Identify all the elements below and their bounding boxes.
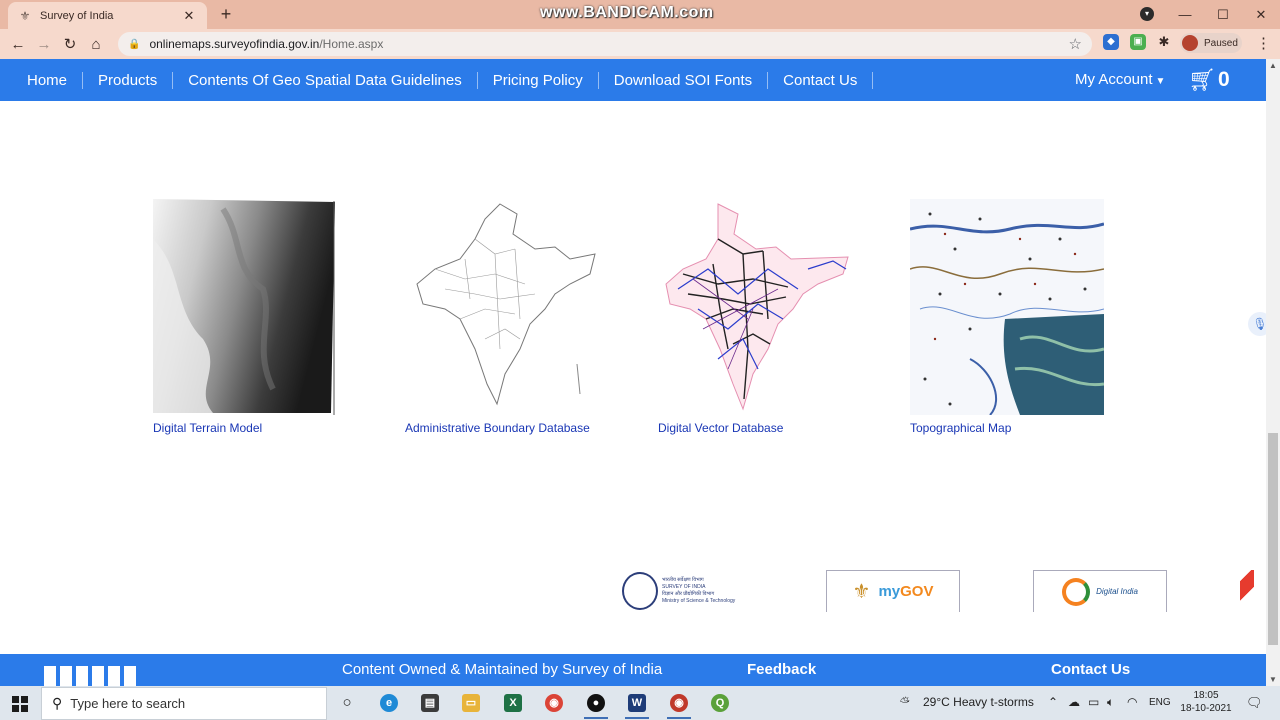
avatar — [1182, 35, 1198, 51]
onedrive-icon[interactable]: ☁︎ — [1068, 695, 1080, 709]
product-caption[interactable]: Administrative Boundary Database — [405, 421, 590, 435]
volume-icon[interactable]: 🔈︎ — [1107, 695, 1114, 710]
search-icon: ⚲ — [52, 695, 63, 711]
browser-tab[interactable]: ⚜ Survey of India ✕ — [8, 2, 207, 29]
browser-tab-strip: ⚜ Survey of India ✕ + www.BANDICAM.com ▾… — [0, 0, 1280, 29]
language-indicator[interactable]: ENG — [1149, 697, 1171, 708]
product-caption[interactable]: Digital Vector Database — [658, 421, 783, 435]
cart-icon[interactable]: 🛒︎ — [1188, 67, 1216, 93]
profile-status: Paused — [1204, 37, 1238, 49]
battery-icon[interactable]: ▭ — [1088, 695, 1099, 709]
wifi-icon[interactable]: ◠ — [1127, 695, 1137, 709]
cart-count[interactable]: 0 — [1218, 68, 1230, 92]
extensions-puzzle-icon[interactable]: ✱ — [1156, 34, 1172, 50]
cortana-icon[interactable]: ○ — [338, 694, 356, 712]
extension-shield-icon[interactable]: ◆ — [1103, 34, 1119, 50]
product-caption[interactable]: Topographical Map — [910, 421, 1011, 435]
my-account-label: My Account — [1075, 71, 1153, 88]
soi-logo-text: भारतीय सर्वेक्षण विभाग SURVEY OF INDIA व… — [662, 577, 736, 604]
footer-owner-text: Content Owned & Maintained by Survey of … — [342, 661, 663, 678]
dtm-image[interactable] — [153, 199, 347, 415]
file-explorer-icon[interactable]: ▭ — [462, 694, 480, 712]
home-icon[interactable]: ⌂ — [83, 36, 109, 53]
recording-watermark: www.BANDICAM.com — [540, 4, 714, 21]
tray-chevron-icon[interactable]: ⌃ — [1048, 695, 1058, 709]
excel-icon[interactable]: X — [504, 694, 522, 712]
product-caption[interactable]: Digital Terrain Model — [153, 421, 262, 435]
minimize-button[interactable]: — — [1166, 7, 1204, 22]
topo-map-image[interactable] — [910, 199, 1104, 415]
search-placeholder: Type here to search — [70, 696, 186, 711]
url-host: onlinemaps.surveyofindia.gov.in — [149, 37, 320, 51]
nav-contact-us[interactable]: Contact Us — [768, 71, 874, 89]
nic-logo — [44, 666, 138, 686]
digital-india-logo[interactable]: Digital India — [1033, 570, 1167, 612]
taskbar-search-input[interactable]: ⚲ Type here to search — [41, 687, 327, 720]
footer-feedback-link[interactable]: Feedback — [747, 661, 816, 678]
product-topographical-map[interactable]: Topographical Map — [910, 199, 1110, 435]
system-clock[interactable]: 18:05 18-10-2021 — [1178, 689, 1234, 715]
boundary-map-image[interactable] — [405, 199, 599, 415]
tab-search-icon[interactable]: ▾ — [1140, 7, 1154, 21]
footer-contact-link[interactable]: Contact Us — [1051, 661, 1130, 678]
site-footer: Content Owned & Maintained by Survey of … — [0, 654, 1266, 686]
survey-of-india-logo[interactable]: भारतीय सर्वेक्षण विभाग SURVEY OF INDIA व… — [622, 570, 752, 612]
tab-close-icon[interactable]: ✕ — [181, 8, 197, 24]
weather-text[interactable]: 29°C Heavy t-storms — [923, 695, 1034, 709]
product-administrative-boundary[interactable]: Administrative Boundary Database — [405, 199, 605, 435]
scroll-down-icon[interactable]: ▼ — [1269, 675, 1277, 684]
qgis-icon[interactable]: Q — [711, 694, 729, 712]
nav-geospatial-guidelines[interactable]: Contents Of Geo Spatial Data Guidelines — [173, 71, 478, 89]
tab-title: Survey of India — [40, 9, 114, 22]
notification-icon[interactable]: 🗨︎ — [1246, 695, 1263, 711]
emblem-favicon-icon: ⚜ — [19, 8, 31, 23]
product-digital-vector-database[interactable]: Digital Vector Database — [658, 199, 858, 435]
caret-down-icon: ▼ — [1155, 76, 1166, 87]
vector-map-image[interactable] — [658, 199, 852, 415]
my-account-menu[interactable]: My Account ▼ — [1075, 71, 1165, 88]
maximize-button[interactable]: ☐ — [1204, 7, 1242, 23]
clock-time: 18:05 — [1193, 690, 1219, 701]
digital-india-ring-icon — [1062, 577, 1091, 606]
windows-start-icon[interactable] — [12, 696, 28, 712]
close-window-button[interactable]: ✕ — [1242, 7, 1280, 23]
bandicam-record-icon[interactable]: ● — [584, 694, 608, 719]
lock-icon[interactable]: 🔒 — [128, 39, 140, 50]
back-arrow-icon[interactable]: ← — [5, 36, 31, 53]
scrollbar-thumb[interactable] — [1268, 433, 1278, 645]
url-path: /Home.aspx — [319, 37, 384, 51]
browser-menu-icon[interactable]: ⋮ — [1256, 34, 1271, 52]
mygov-logo[interactable]: ⚜ my GOV — [826, 570, 960, 612]
scroll-up-icon[interactable]: ▲ — [1269, 61, 1277, 70]
extension-download-icon[interactable]: ▣ — [1130, 34, 1146, 50]
forward-arrow-icon[interactable]: → — [31, 36, 57, 53]
browser-toolbar: ← → ↻ ⌂ 🔒 onlinemaps.surveyofindia.gov.i… — [0, 29, 1280, 59]
bookmark-star-icon[interactable]: ☆ — [1069, 35, 1082, 53]
address-bar[interactable]: 🔒 onlinemaps.surveyofindia.gov.in/Home.a… — [118, 32, 1092, 56]
nav-pricing-policy[interactable]: Pricing Policy — [478, 71, 599, 89]
new-tab-button[interactable]: + — [216, 4, 236, 24]
page-scrollbar[interactable]: ▲ ▼ — [1266, 59, 1280, 686]
chrome-icon[interactable]: ◉ — [545, 694, 563, 712]
partner-logo-partial[interactable] — [1240, 570, 1254, 612]
nav-download-fonts[interactable]: Download SOI Fonts — [599, 71, 769, 89]
national-emblem-icon: ⚜ — [852, 581, 871, 603]
weather-icon[interactable]: ⛅︎ — [900, 695, 910, 710]
store-icon[interactable]: ▤ — [421, 694, 439, 712]
profile-button[interactable]: Paused — [1180, 33, 1242, 53]
product-digital-terrain-model[interactable]: Digital Terrain Model — [153, 199, 353, 435]
webex-icon[interactable]: W — [625, 694, 649, 719]
window-controls: — ☐ ✕ — [1166, 0, 1280, 29]
reload-icon[interactable]: ↻ — [57, 35, 83, 53]
nav-products[interactable]: Products — [83, 71, 174, 89]
soi-emblem-icon — [622, 572, 658, 610]
clock-date: 18-10-2021 — [1180, 703, 1232, 714]
nav-home[interactable]: Home — [12, 71, 84, 89]
chrome-profile-icon[interactable]: ◉ — [667, 694, 691, 719]
edge-icon[interactable]: e — [380, 694, 398, 712]
windows-taskbar: ⚲ Type here to search ○ e ▤ ▭ X ◉ ● W ◉ … — [0, 686, 1280, 720]
